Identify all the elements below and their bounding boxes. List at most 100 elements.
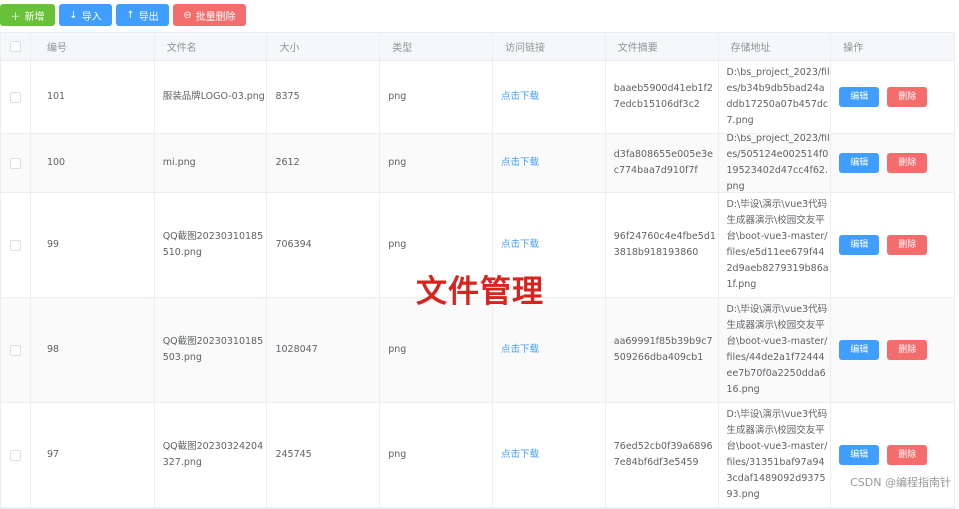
cell-actions: 编辑 删除 bbox=[831, 403, 954, 507]
row-checkbox[interactable] bbox=[9, 344, 21, 356]
digest-text: aa69991f85b39b9c7509266dba409cb1 bbox=[613, 336, 713, 363]
cell-filename: 服装品牌LOGO-03.png bbox=[155, 61, 268, 133]
cell-path: D:\毕设\演示\vue3代码生成器演示\校园交友平台\boot-vue3-ma… bbox=[719, 298, 832, 402]
cell-size: 8375 bbox=[267, 61, 381, 133]
cell-path: D:\毕设\演示\vue3代码生成器演示\校园交友平台\boot-vue3-ma… bbox=[719, 193, 832, 297]
cell-path: D:\bs_project_2023/files/505124e002514f0… bbox=[719, 134, 832, 192]
delete-button[interactable]: 删除 bbox=[887, 445, 928, 465]
cell-digest: d3fa808655e005e3ec774baa7d910f7f bbox=[606, 134, 719, 192]
table-row: 101 服装品牌LOGO-03.png 8375 png 点击下载 baaeb5… bbox=[1, 61, 954, 134]
cell-actions: 编辑 删除 bbox=[831, 298, 954, 402]
cell-link: 点击下载 bbox=[493, 61, 606, 133]
cell-type: png bbox=[380, 61, 493, 133]
minus-circle-icon: ⊖ bbox=[183, 9, 192, 21]
digest-text: d3fa808655e005e3ec774baa7d910f7f bbox=[613, 149, 713, 176]
cell-digest: baaeb5900d41eb1f27edcb15106df3c2 bbox=[606, 61, 719, 133]
cell-digest: aa69991f85b39b9c7509266dba409cb1 bbox=[606, 298, 719, 402]
id-text: 97 bbox=[46, 449, 60, 460]
row-checkbox[interactable] bbox=[9, 239, 21, 251]
delete-button[interactable]: 删除 bbox=[887, 87, 928, 107]
type-text: png bbox=[388, 344, 407, 355]
add-button[interactable]: ＋ 新增 bbox=[0, 4, 55, 26]
filename-text: QQ截图20230324204327.png bbox=[162, 441, 264, 468]
download-link[interactable]: 点击下载 bbox=[501, 89, 539, 105]
size-text: 245745 bbox=[275, 449, 312, 460]
row-select-cell bbox=[1, 193, 31, 297]
download-link[interactable]: 点击下载 bbox=[501, 155, 539, 171]
table-header: 编号 文件名 大小 类型 访问链接 文件摘要 存储地址 操作 bbox=[1, 33, 954, 61]
cell-type: png bbox=[380, 298, 493, 402]
row-checkbox[interactable] bbox=[9, 91, 21, 103]
row-select-cell bbox=[1, 61, 31, 133]
path-text: D:\毕设\演示\vue3代码生成器演示\校园交友平台\boot-vue3-ma… bbox=[726, 409, 828, 500]
row-checkbox[interactable] bbox=[9, 449, 21, 461]
download-link[interactable]: 点击下载 bbox=[501, 447, 539, 463]
select-all-checkbox[interactable] bbox=[9, 41, 21, 52]
type-text: png bbox=[388, 449, 407, 460]
cell-path: D:\bs_project_2023/files/b34b9db5bad24ad… bbox=[719, 61, 832, 133]
size-text: 8375 bbox=[275, 91, 300, 102]
edit-button[interactable]: 编辑 bbox=[839, 87, 880, 107]
delete-button[interactable]: 删除 bbox=[887, 340, 928, 360]
row-select-cell bbox=[1, 298, 31, 402]
header-id: 编号 bbox=[31, 33, 155, 60]
batch-delete-button[interactable]: ⊖ 批量删除 bbox=[173, 4, 246, 26]
path-text: D:\毕设\演示\vue3代码生成器演示\校园交友平台\boot-vue3-ma… bbox=[726, 304, 828, 395]
cell-link: 点击下载 bbox=[493, 298, 606, 402]
download-link[interactable]: 点击下载 bbox=[501, 237, 539, 253]
overlay-title: 文件管理 bbox=[416, 274, 544, 310]
id-text: 98 bbox=[46, 344, 60, 355]
toolbar: ＋ 新增 ↓ 导入 ↑ 导出 ⊖ 批量删除 bbox=[0, 4, 250, 26]
download-link[interactable]: 点击下载 bbox=[501, 342, 539, 358]
export-button-label: 导出 bbox=[138, 11, 159, 23]
id-text: 100 bbox=[46, 157, 66, 168]
cell-filename: QQ截图20230310185510.png bbox=[155, 193, 268, 297]
import-button[interactable]: ↓ 导入 bbox=[59, 4, 112, 26]
path-text: D:\bs_project_2023/files/b34b9db5bad24ad… bbox=[726, 67, 830, 126]
path-text: D:\毕设\演示\vue3代码生成器演示\校园交友平台\boot-vue3-ma… bbox=[726, 199, 829, 290]
cell-digest: 76ed52cb0f39a68967e84bf6df3e5459 bbox=[606, 403, 719, 507]
header-type: 类型 bbox=[380, 33, 493, 60]
size-text: 1028047 bbox=[275, 344, 318, 355]
size-text: 2612 bbox=[275, 157, 300, 168]
table-row: 97 QQ截图20230324204327.png 245745 png 点击下… bbox=[1, 403, 954, 508]
edit-button[interactable]: 编辑 bbox=[839, 235, 880, 255]
cell-id: 99 bbox=[31, 193, 155, 297]
cell-actions: 编辑 删除 bbox=[831, 193, 954, 297]
add-button-label: 新增 bbox=[24, 11, 45, 23]
digest-text: 76ed52cb0f39a68967e84bf6df3e5459 bbox=[613, 441, 713, 468]
header-size: 大小 bbox=[267, 33, 381, 60]
edit-button[interactable]: 编辑 bbox=[839, 340, 880, 360]
digest-text: baaeb5900d41eb1f27edcb15106df3c2 bbox=[613, 83, 713, 110]
table-row: 98 QQ截图20230310185503.png 1028047 png 点击… bbox=[1, 298, 954, 403]
filename-text: mi.png bbox=[162, 157, 196, 168]
type-text: png bbox=[388, 157, 407, 168]
header-path: 存储地址 bbox=[719, 33, 832, 60]
header-digest: 文件摘要 bbox=[606, 33, 719, 60]
arrow-up-icon: ↑ bbox=[126, 9, 135, 21]
table-row: 100 mi.png 2612 png 点击下载 d3fa808655e005e… bbox=[1, 134, 954, 193]
batch-delete-button-label: 批量删除 bbox=[195, 11, 236, 23]
delete-button[interactable]: 删除 bbox=[887, 153, 928, 173]
edit-button[interactable]: 编辑 bbox=[839, 153, 880, 173]
cell-type: png bbox=[380, 134, 493, 192]
cell-id: 97 bbox=[31, 403, 155, 507]
cell-filename: QQ截图20230324204327.png bbox=[155, 403, 268, 507]
row-select-cell bbox=[1, 134, 31, 192]
filename-text: QQ截图20230310185510.png bbox=[162, 231, 264, 258]
delete-button[interactable]: 删除 bbox=[887, 235, 928, 255]
cell-size: 706394 bbox=[267, 193, 381, 297]
edit-button[interactable]: 编辑 bbox=[839, 445, 880, 465]
id-text: 99 bbox=[46, 239, 60, 250]
row-checkbox[interactable] bbox=[9, 157, 21, 169]
import-button-label: 导入 bbox=[81, 11, 102, 23]
header-link: 访问链接 bbox=[493, 33, 606, 60]
arrow-down-icon: ↓ bbox=[69, 9, 78, 21]
cell-id: 100 bbox=[31, 134, 155, 192]
cell-filename: mi.png bbox=[155, 134, 268, 192]
export-button[interactable]: ↑ 导出 bbox=[116, 4, 169, 26]
cell-type: png bbox=[380, 403, 493, 507]
cell-id: 98 bbox=[31, 298, 155, 402]
cell-link: 点击下载 bbox=[493, 134, 606, 192]
cell-digest: 96f24760c4e4fbe5d13818b918193860 bbox=[606, 193, 719, 297]
